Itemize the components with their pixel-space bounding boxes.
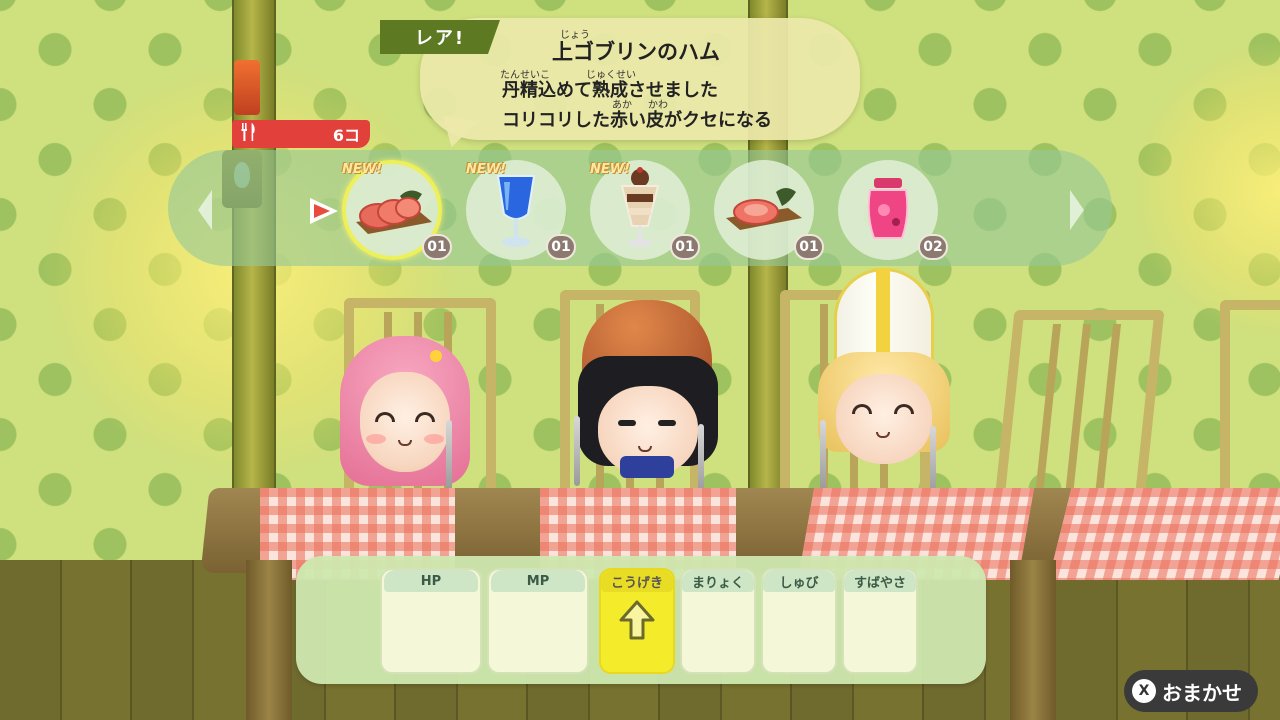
fork xyxy=(574,416,580,486)
stat-label-attack: こうげき xyxy=(601,570,673,592)
fork xyxy=(930,426,936,496)
fork-knife-icon xyxy=(240,122,258,146)
scroll-right-arrow-icon[interactable] xyxy=(1070,190,1084,230)
blue-drink-icon xyxy=(496,175,536,247)
stat-label-defense: しゅび xyxy=(763,570,835,592)
item-quantity: 02 xyxy=(918,234,948,260)
stat-label-mp: MP xyxy=(491,570,585,592)
food-count: 6コ xyxy=(332,126,360,145)
item-quantity: 01 xyxy=(546,234,576,260)
new-badge: NEW! xyxy=(466,162,507,177)
up-arrow-icon xyxy=(619,600,655,640)
item-description-line2: コリコリした赤い皮がクセになる xyxy=(502,110,772,131)
new-badge: NEW! xyxy=(342,162,383,177)
food-counter: 6コ xyxy=(232,120,370,148)
table-leg xyxy=(246,560,292,720)
omakase-button[interactable]: X おまかせ xyxy=(1124,670,1258,712)
item-description-line1: 丹精込めて熟成させました xyxy=(502,80,718,101)
stat-label-hp: HP xyxy=(384,570,478,592)
item-quantity: 01 xyxy=(670,234,700,260)
item-quantity: 01 xyxy=(794,234,824,260)
chair xyxy=(1220,300,1280,500)
item-quantity: 01 xyxy=(422,234,452,260)
torch-icon xyxy=(234,60,260,115)
rarity-tag: レア! xyxy=(380,20,500,54)
tablecloth xyxy=(1048,488,1280,580)
x-button-icon: X xyxy=(1132,679,1156,703)
bubble-tail xyxy=(437,115,479,151)
scroll-left-arrow-icon[interactable] xyxy=(198,190,212,230)
item-name: 上ゴブリンのハム xyxy=(552,40,720,64)
meat-board-icon xyxy=(726,188,802,230)
stat-label-magic: まりょく xyxy=(682,570,754,592)
fork xyxy=(698,424,704,494)
omakase-label: おまかせ xyxy=(1162,680,1242,705)
parfait-icon xyxy=(620,167,660,247)
pink-jam-icon xyxy=(867,178,909,239)
dining-scene: 6コ レア! じょう 上ゴブリンのハム たんせいこ じゅくせい 丹精込めて熟成さ… xyxy=(0,0,1280,720)
chair xyxy=(993,310,1165,510)
table-leg xyxy=(1010,560,1056,720)
new-badge: NEW! xyxy=(590,162,631,177)
fork xyxy=(820,420,826,490)
stat-label-speed: すばやさ xyxy=(844,570,916,592)
goblin-ham-icon xyxy=(356,190,432,234)
fork xyxy=(446,420,452,490)
selection-cursor-fill xyxy=(314,204,330,218)
